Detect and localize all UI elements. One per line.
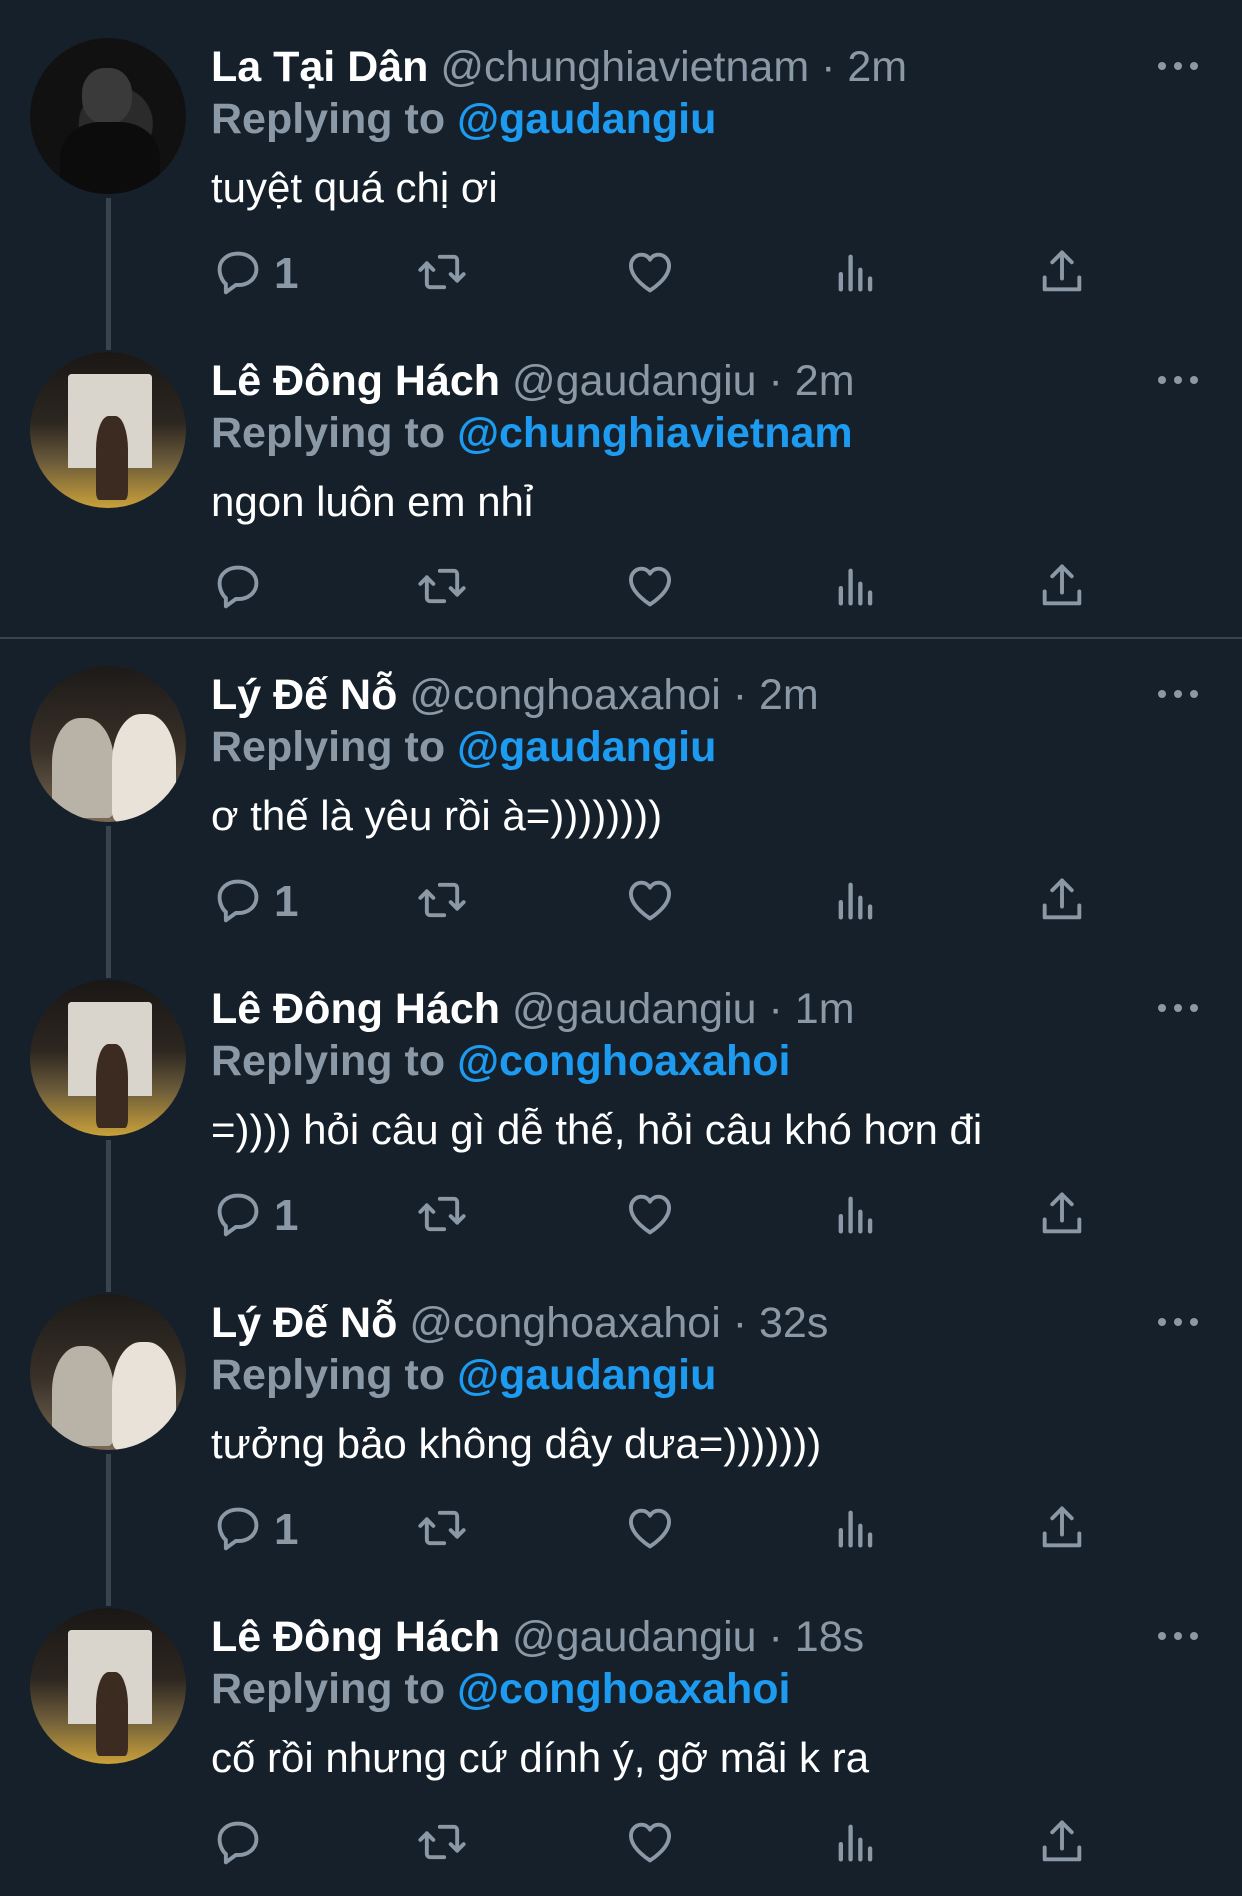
replying-to: Replying to @chunghiavietnam <box>211 408 853 458</box>
tweet-header: Lê Đông Hách @gaudangiu · 2m <box>211 356 855 406</box>
replying-label: Replying to <box>211 95 446 143</box>
tweet-header: Lý Đế Nỗ @conghoaxahoi · 32s <box>211 1298 828 1348</box>
replying-to: Replying to @conghoaxahoi <box>211 1664 790 1714</box>
replying-handle[interactable]: @chunghiavietnam <box>457 409 853 457</box>
avatar[interactable] <box>30 352 186 508</box>
display-name[interactable]: Lý Đế Nỗ <box>211 1299 397 1347</box>
tweet-header: La Tại Dân @chunghiavietnam · 2m <box>211 42 907 92</box>
replying-label: Replying to <box>211 1037 446 1085</box>
display-name[interactable]: Lê Đông Hách <box>211 1613 500 1661</box>
timestamp[interactable]: · 1m <box>769 985 855 1033</box>
more-icon[interactable] <box>1158 1626 1202 1646</box>
timestamp[interactable]: · 2m <box>769 357 855 405</box>
user-handle[interactable]: @chunghiavietnam <box>440 43 809 91</box>
avatar[interactable] <box>30 1608 186 1764</box>
display-name[interactable]: La Tại Dân <box>211 43 428 91</box>
replying-to: Replying to @gaudangiu <box>211 722 716 772</box>
reply-count: 1 <box>274 249 299 298</box>
reply-count: 1 <box>274 877 299 926</box>
avatar[interactable] <box>30 38 186 194</box>
more-icon[interactable] <box>1158 56 1202 76</box>
more-icon[interactable] <box>1158 370 1202 390</box>
user-handle[interactable]: @gaudangiu <box>512 985 757 1033</box>
tweet-text: ngon luôn em nhỉ <box>211 478 534 525</box>
thread-line <box>106 198 111 350</box>
tweet-header: Lê Đông Hách @gaudangiu · 18s <box>211 1612 864 1662</box>
timestamp[interactable]: · 18s <box>769 1613 865 1661</box>
replying-handle[interactable]: @conghoaxahoi <box>457 1037 790 1085</box>
avatar[interactable] <box>30 1294 186 1450</box>
replying-handle[interactable]: @conghoaxahoi <box>457 1665 790 1713</box>
more-icon[interactable] <box>1158 1312 1202 1332</box>
timestamp[interactable]: · 2m <box>733 671 819 719</box>
tweet-header: Lý Đế Nỗ @conghoaxahoi · 2m <box>211 670 819 720</box>
replying-to: Replying to @gaudangiu <box>211 1350 716 1400</box>
timestamp[interactable]: · 32s <box>733 1299 829 1347</box>
tweet-text: tuyệt quá chị ơi <box>211 164 498 211</box>
replying-label: Replying to <box>211 409 446 457</box>
display-name[interactable]: Lê Đông Hách <box>211 985 500 1033</box>
user-handle[interactable]: @conghoaxahoi <box>409 671 720 719</box>
replying-label: Replying to <box>211 723 446 771</box>
conversation-divider <box>0 637 1242 639</box>
user-handle[interactable]: @gaudangiu <box>512 1613 757 1661</box>
replying-label: Replying to <box>211 1351 446 1399</box>
user-handle[interactable]: @gaudangiu <box>512 357 757 405</box>
replying-to: Replying to @gaudangiu <box>211 94 716 144</box>
replying-handle[interactable]: @gaudangiu <box>457 1351 716 1399</box>
display-name[interactable]: Lý Đế Nỗ <box>211 671 397 719</box>
tweet-header: Lê Đông Hách @gaudangiu · 1m <box>211 984 855 1034</box>
replying-handle[interactable]: @gaudangiu <box>457 95 716 143</box>
tweet-text: cố rồi nhưng cứ dính ý, gỡ mãi k ra <box>211 1734 870 1781</box>
replying-handle[interactable]: @gaudangiu <box>457 723 716 771</box>
tweet-text: =)))) hỏi câu gì dễ thế, hỏi câu khó hơn… <box>211 1106 983 1153</box>
replying-to: Replying to @conghoaxahoi <box>211 1036 790 1086</box>
more-icon[interactable] <box>1158 998 1202 1018</box>
thread-line <box>106 826 111 978</box>
reply-count: 1 <box>274 1191 299 1240</box>
display-name[interactable]: Lê Đông Hách <box>211 357 500 405</box>
timestamp[interactable]: · 2m <box>821 43 907 91</box>
avatar[interactable] <box>30 666 186 822</box>
avatar[interactable] <box>30 980 186 1136</box>
replying-label: Replying to <box>211 1665 446 1713</box>
tweet-text: tưởng bảo không dây dưa=))))))) <box>211 1420 822 1467</box>
thread-line <box>106 1140 111 1292</box>
more-icon[interactable] <box>1158 684 1202 704</box>
thread-line <box>106 1454 111 1606</box>
reply-count: 1 <box>274 1505 299 1554</box>
user-handle[interactable]: @conghoaxahoi <box>409 1299 720 1347</box>
tweet-text: ơ thế là yêu rồi à=)))))))) <box>211 792 663 839</box>
